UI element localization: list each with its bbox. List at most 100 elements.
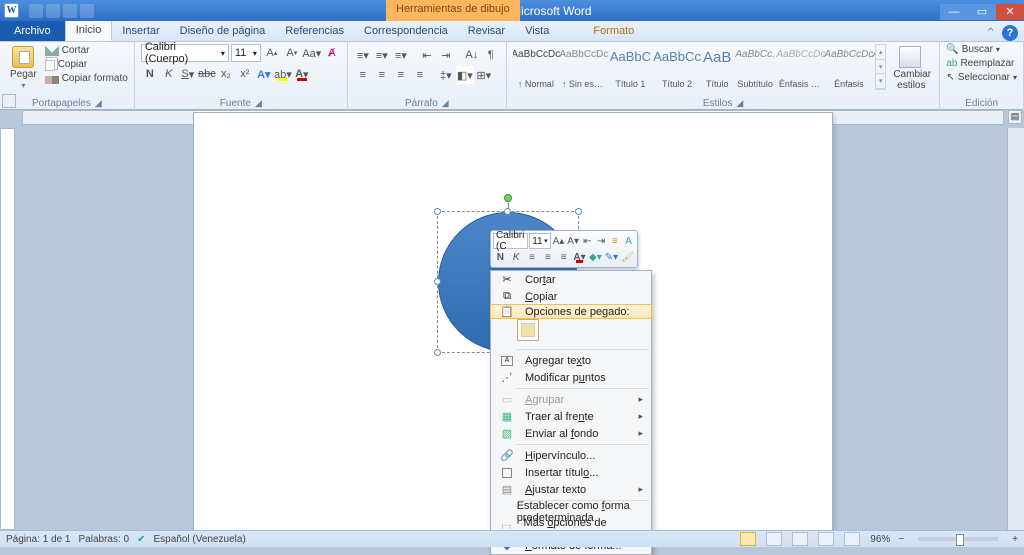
styles-scroll[interactable]: ▴▾▾ [875,44,886,90]
bullets-button[interactable]: ≡▾ [354,46,372,64]
tab-vista[interactable]: Vista [515,21,559,41]
qat-save-icon[interactable] [29,4,43,18]
tab-insertar[interactable]: Insertar [112,21,169,41]
zoom-level[interactable]: 96% [870,534,890,545]
mini-outline-color[interactable]: ✎▾ [604,249,619,265]
clear-format-button[interactable]: Ⱥ [323,44,341,62]
close-button[interactable]: ✕ [996,4,1024,20]
tab-inicio[interactable]: Inicio [65,19,113,41]
mini-align-center[interactable]: ≡ [540,249,555,265]
align-center-button[interactable]: ≡ [373,66,391,84]
zoom-in-button[interactable]: + [1012,534,1018,545]
ctx-edit-points[interactable]: ⋰Modificar puntos [491,369,651,386]
status-page[interactable]: Página: 1 de 1 [6,534,71,545]
rotation-handle[interactable] [504,194,512,202]
mini-dec-indent[interactable]: ⇤ [581,233,594,249]
ctx-hyperlink[interactable]: 🔗Hipervínculo... [491,447,651,464]
line-spacing-button[interactable]: ‡▾ [437,66,455,84]
mini-format-painter[interactable]: 🖌 [620,249,635,265]
shrink-font-button[interactable]: A▾ [283,44,301,62]
view-web-layout[interactable] [792,532,808,546]
mini-align-left[interactable]: ≡ [525,249,540,265]
ctx-cut[interactable]: ✂Cortar [491,271,651,288]
styles-launcher-icon[interactable]: ◢ [736,98,743,109]
borders-button[interactable]: ⊞▾ [475,66,493,84]
paste-button[interactable]: Pegar ▾ [6,44,41,92]
styles-gallery[interactable]: AaBbCcDc↑ Normal AaBbCcDc↑ Sin espa... A… [513,44,875,90]
resize-handle-l[interactable] [434,278,441,285]
cut-button[interactable]: Cortar [45,44,128,56]
font-size-combo[interactable]: 11▾ [231,44,261,62]
status-proofing-icon[interactable]: ✔ [137,534,145,545]
file-tab[interactable]: Archivo [0,21,65,41]
qat-customize-icon[interactable] [80,4,94,18]
maximize-button[interactable]: ▭ [968,4,996,20]
shading-button[interactable]: ◧▾ [456,66,474,84]
view-full-reading[interactable] [766,532,782,546]
qat-redo-icon[interactable] [63,4,77,18]
zoom-slider[interactable] [918,537,998,541]
vertical-scrollbar[interactable] [1007,128,1024,530]
text-effects-button[interactable]: A▾ [255,65,273,83]
resize-handle-bl[interactable] [434,349,441,356]
underline-button[interactable]: S▾ [179,65,197,83]
mini-size-combo[interactable]: 11▾ [529,233,550,249]
change-case-button[interactable]: Aa▾ [303,44,321,62]
replace-button[interactable]: abReemplazar [946,58,1014,69]
copy-button[interactable]: Copiar [45,58,128,71]
align-left-button[interactable]: ≡ [354,66,372,84]
format-painter-button[interactable]: Copiar formato [45,73,128,84]
mini-font-combo[interactable]: Calibri (C [493,233,528,249]
align-right-button[interactable]: ≡ [392,66,410,84]
mini-align-right[interactable]: ≡ [556,249,571,265]
ctx-add-text[interactable]: AAgregar texto [491,352,651,369]
tab-formato[interactable]: Formato [583,21,644,41]
mini-grow-font[interactable]: A▴ [552,233,566,249]
superscript-button[interactable]: x² [236,65,254,83]
showmarks-button[interactable]: ¶ [482,46,500,64]
minimize-button[interactable]: — [940,4,968,20]
numbering-button[interactable]: ≡▾ [373,46,391,64]
increase-indent-button[interactable]: ⇥ [437,46,455,64]
font-launcher-icon[interactable]: ◢ [255,98,262,109]
justify-button[interactable]: ≡ [411,66,429,84]
strike-button[interactable]: abc [198,65,216,83]
vertical-ruler[interactable] [0,128,15,530]
ctx-paste-options[interactable]: 📋Opciones de pegado: [490,304,652,319]
tab-referencias[interactable]: Referencias [275,21,354,41]
tab-selector[interactable] [2,94,16,108]
font-name-combo[interactable]: Calibri (Cuerpo)▾ [141,44,229,62]
resize-handle-t[interactable] [504,208,511,215]
ctx-wrap-text[interactable]: ▤Ajustar texto▸ [491,481,651,498]
minimize-ribbon-icon[interactable]: ⌃ [985,25,996,41]
mini-fill-color[interactable]: ◆▾ [588,249,603,265]
clipboard-launcher-icon[interactable]: ◢ [95,98,102,109]
select-button[interactable]: ↖Seleccionar▾ [946,72,1017,83]
resize-handle-tr[interactable] [575,208,582,215]
mini-inc-indent[interactable]: ⇥ [595,233,608,249]
mini-italic[interactable]: K [509,249,524,265]
decrease-indent-button[interactable]: ⇤ [418,46,436,64]
sort-button[interactable]: A↓ [463,46,481,64]
grow-font-button[interactable]: A▴ [263,44,281,62]
paste-option-picture[interactable] [517,319,539,341]
italic-button[interactable]: K [160,65,178,83]
ctx-send-back[interactable]: ▧Enviar al fondo▸ [491,425,651,442]
qat-undo-icon[interactable] [46,4,60,18]
ctx-insert-caption[interactable]: Insertar título... [491,464,651,481]
ctx-copy[interactable]: ⧉Copiar [491,288,651,305]
mini-bullets[interactable]: ≡ [608,233,621,249]
ruler-toggle-icon[interactable]: ▤ [1008,110,1022,124]
subscript-button[interactable]: x₂ [217,65,235,83]
resize-handle-tl[interactable] [434,208,441,215]
status-words[interactable]: Palabras: 0 [79,534,130,545]
view-draft[interactable] [844,532,860,546]
mini-font-color[interactable]: A▾ [572,249,587,265]
find-button[interactable]: 🔍Buscar▾ [946,44,1000,55]
status-language[interactable]: Español (Venezuela) [153,534,245,545]
zoom-out-button[interactable]: − [898,534,904,545]
multilevel-button[interactable]: ≡▾ [392,46,410,64]
tab-correspondencia[interactable]: Correspondencia [354,21,458,41]
ctx-bring-front[interactable]: ▦Traer al frente▸ [491,408,651,425]
view-print-layout[interactable] [740,532,756,546]
